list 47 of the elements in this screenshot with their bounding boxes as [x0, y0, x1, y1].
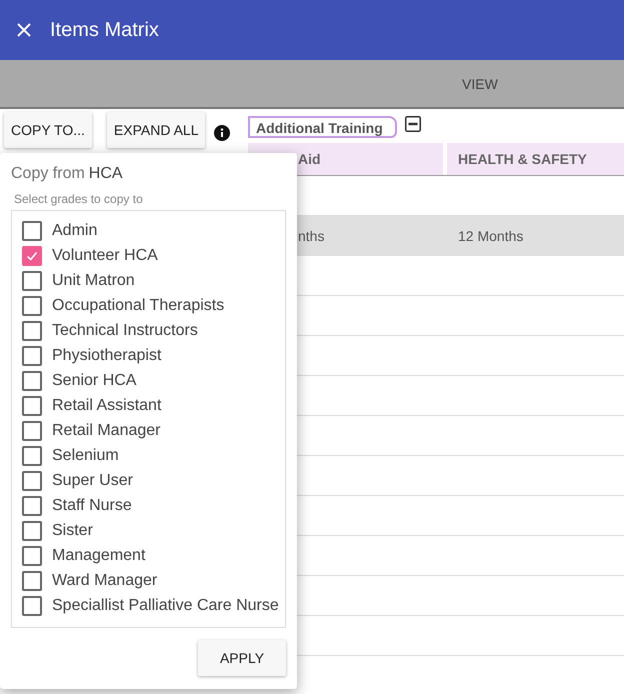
checkbox[interactable] — [22, 596, 42, 616]
checkbox[interactable] — [22, 396, 42, 416]
close-icon[interactable] — [16, 22, 32, 38]
group-tag[interactable]: Additional Training — [248, 116, 397, 138]
checkbox[interactable] — [22, 470, 42, 490]
window-title: Items Matrix — [50, 18, 159, 42]
checkbox[interactable] — [22, 496, 42, 516]
grade-label[interactable]: Staff Nurse — [52, 496, 132, 514]
toolbar-button[interactable]: COPY TO... — [4, 112, 92, 148]
grade-label[interactable]: Occupational Therapists — [52, 296, 224, 314]
grade-label[interactable]: Technical Instructors — [52, 322, 198, 340]
table-cell: 12 Months — [458, 228, 524, 244]
checkbox[interactable] — [22, 420, 42, 440]
view-label: VIEW — [462, 76, 498, 92]
grade-label[interactable]: Retail Manager — [52, 422, 160, 440]
grade-label[interactable]: Selenium — [52, 446, 119, 464]
checkbox[interactable] — [22, 270, 42, 290]
grade-label[interactable]: Volunteer HCA — [52, 246, 158, 264]
grade-label[interactable]: Unit Matron — [52, 272, 135, 290]
grade-label[interactable]: Retail Assistant — [52, 396, 162, 414]
collapse-icon[interactable] — [405, 116, 421, 132]
checkbox[interactable] — [22, 446, 42, 466]
grade-label[interactable]: Admin — [52, 222, 98, 240]
grade-label[interactable]: Sister — [52, 522, 93, 540]
info-icon[interactable] — [214, 125, 230, 141]
checkbox[interactable] — [22, 370, 42, 390]
grade-label[interactable]: Super User — [52, 472, 133, 490]
grade-label[interactable]: Speciallist Palliative Care Nurse — [52, 596, 279, 614]
grade-label[interactable]: Ward Manager — [52, 572, 158, 590]
checkbox[interactable] — [22, 546, 42, 566]
grade-label[interactable]: Management — [52, 546, 146, 564]
checkbox[interactable] — [22, 320, 42, 340]
grade-label[interactable]: Senior HCA — [52, 372, 136, 390]
column-header: HEALTH & SAFETY — [447, 143, 624, 175]
table-cell: nths — [298, 228, 324, 244]
checkbox[interactable] — [22, 346, 42, 366]
hint-text: Select grades to copy to — [14, 192, 144, 206]
checkbox[interactable] — [22, 296, 42, 316]
popup-title: Copy from — [11, 165, 85, 183]
checkbox[interactable] — [22, 220, 42, 240]
checkbox[interactable] — [22, 246, 42, 266]
grade-label[interactable]: Physiotherapist — [52, 346, 162, 364]
source-grade: HCA — [88, 165, 123, 183]
checkbox[interactable] — [22, 570, 42, 590]
apply-button[interactable]: APPLY — [198, 640, 286, 676]
toolbar-button[interactable]: EXPAND ALL — [106, 112, 206, 148]
checkbox[interactable] — [22, 520, 42, 540]
